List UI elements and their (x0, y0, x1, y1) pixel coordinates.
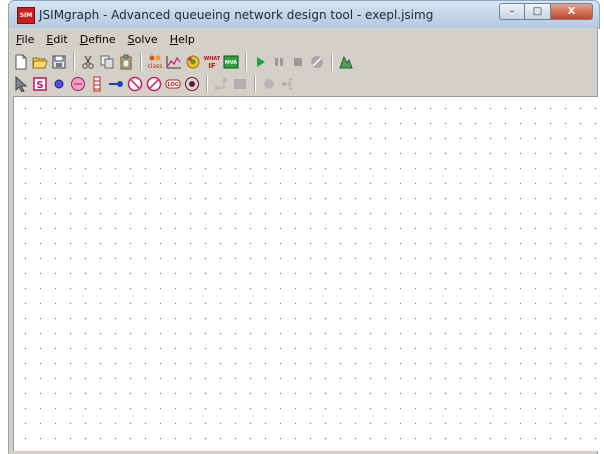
menu-file[interactable]: File (10, 30, 40, 48)
drawing-toolbar: S LOG (12, 73, 298, 95)
menu-edit-label: dit (53, 33, 68, 46)
cut-icon[interactable] (79, 54, 96, 71)
maximize-button[interactable]: □ (525, 3, 551, 20)
window-controls: – □ X (499, 3, 593, 21)
join-icon[interactable] (145, 76, 162, 93)
toolbar-separator (73, 53, 75, 71)
window-title: JSIMgraph - Advanced queueing network de… (39, 8, 434, 22)
menu-define[interactable]: Define (74, 30, 122, 48)
jsimgraph-window: SIM JSIMgraph - Advanced queueing networ… (0, 0, 604, 454)
toolbar-separator (140, 53, 142, 71)
link-icon[interactable] (279, 76, 296, 93)
mva-icon[interactable]: MVA (222, 54, 239, 71)
class-icon-label: class (147, 63, 162, 70)
reports-icon[interactable] (337, 54, 354, 71)
source-icon[interactable]: S (31, 76, 48, 93)
paste-icon[interactable] (117, 54, 134, 71)
what-if-icon[interactable]: WHAT IF (203, 54, 220, 71)
log-icon-label: LOG (167, 82, 178, 88)
mva-icon-label: MVA (224, 60, 237, 66)
toolbar-separator (206, 75, 208, 93)
open-folder-icon[interactable] (31, 54, 48, 71)
menu-define-mnemonic: D (79, 33, 89, 46)
menu-solve[interactable]: Solve (122, 30, 164, 48)
blocking-region-icon[interactable] (231, 76, 248, 93)
copy-icon[interactable] (98, 54, 115, 71)
connect-icon[interactable] (212, 76, 229, 93)
finite-capacity-icon[interactable] (183, 76, 200, 93)
select-arrow-icon[interactable] (12, 76, 29, 93)
class-icon[interactable]: class (146, 54, 163, 71)
new-file-icon[interactable] (12, 54, 29, 71)
menu-bar: File Edit Define Solve Help (10, 30, 201, 48)
menu-help-label: elp (178, 33, 195, 46)
logger-icon[interactable]: LOG (164, 76, 181, 93)
if-icon-label: IF (208, 62, 216, 70)
app-icon: SIM (17, 7, 35, 24)
stop-icon[interactable] (289, 54, 306, 71)
menu-help-mnemonic: H (169, 33, 178, 46)
stop-circle-icon[interactable] (308, 54, 325, 71)
toolbar-separator (331, 53, 333, 71)
drawing-canvas[interactable] (13, 96, 598, 451)
main-toolbar: class WHAT IF MVA (12, 51, 356, 73)
delay-icon[interactable] (88, 76, 105, 93)
toolbar-separator (245, 53, 247, 71)
fork-icon[interactable] (126, 76, 143, 93)
queue-station-icon[interactable] (69, 76, 86, 93)
menu-solve-label: olve (134, 33, 158, 46)
sink-icon[interactable] (50, 76, 67, 93)
menu-solve-mnemonic: S (127, 33, 135, 46)
menu-file-label: ile (21, 33, 35, 46)
menu-define-label: efine (88, 33, 116, 46)
gear-icon[interactable] (184, 54, 201, 71)
play-icon[interactable] (251, 54, 268, 71)
title-bar: SIM JSIMgraph - Advanced queueing networ… (8, 0, 600, 29)
save-icon[interactable] (50, 54, 67, 71)
minimize-button[interactable]: – (499, 3, 525, 20)
pause-icon[interactable] (270, 54, 287, 71)
toolbar-separator (254, 75, 256, 93)
menu-help[interactable]: Help (164, 30, 201, 48)
station-icon[interactable] (260, 76, 277, 93)
source-icon-label: S (36, 80, 43, 91)
menu-edit[interactable]: Edit (40, 30, 73, 48)
chart-icon[interactable] (165, 54, 182, 71)
close-button[interactable]: X (551, 3, 593, 20)
router-icon[interactable] (107, 76, 124, 93)
